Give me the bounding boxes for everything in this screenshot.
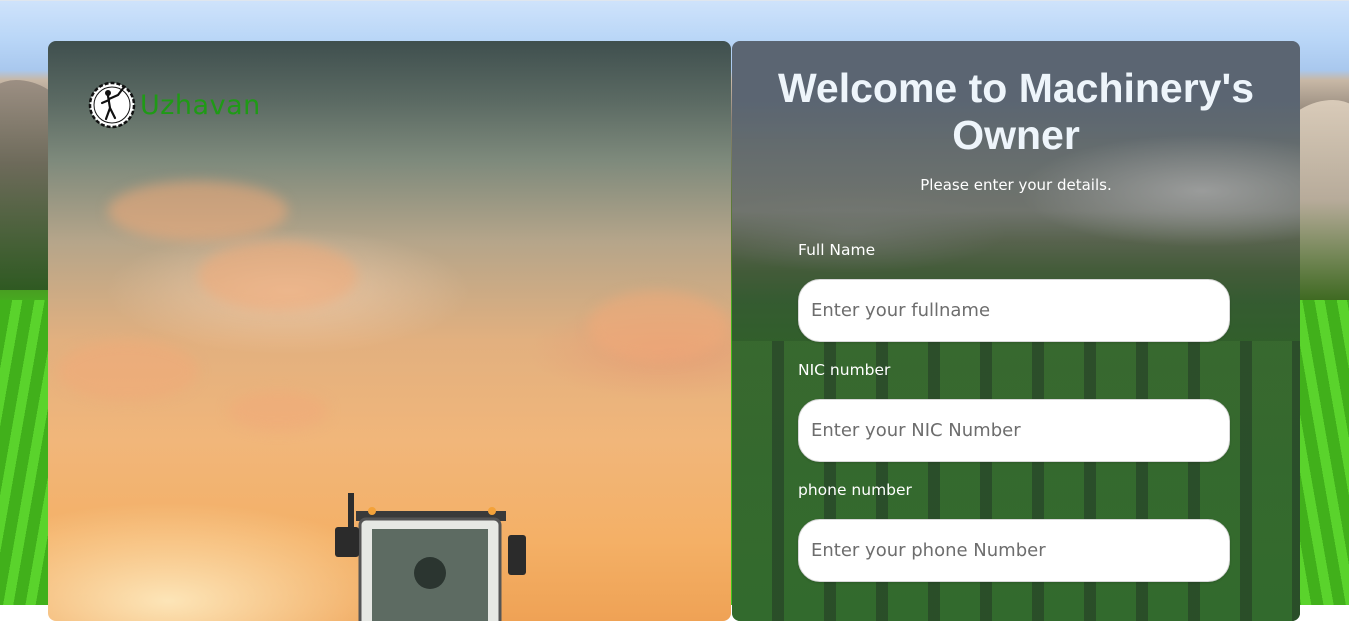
cloud [58, 341, 198, 401]
brand-name: Uzhavan [140, 89, 261, 121]
form-panel: Welcome to Machinery's Owner Please ente… [732, 41, 1300, 621]
full-name-label: Full Name [798, 241, 876, 259]
tractor-illustration [335, 493, 526, 621]
brand-logo[interactable]: Uzhavan [88, 81, 261, 129]
nic-number-input[interactable] [798, 399, 1230, 462]
phone-number-label: phone number [798, 481, 912, 499]
form-title: Welcome to Machinery's Owner [777, 65, 1255, 158]
top-border [0, 0, 1349, 1]
form-subtitle: Please enter your details. [920, 176, 1112, 194]
cloud [588, 291, 728, 361]
cloud [198, 241, 358, 311]
cloud [108, 181, 288, 241]
full-name-input[interactable] [798, 279, 1230, 342]
phone-number-input[interactable] [798, 519, 1230, 582]
hero-panel: Uzhavan [48, 41, 731, 621]
golfer-logo-icon [88, 81, 136, 129]
registration-form: Welcome to Machinery's Owner Please ente… [732, 41, 1300, 621]
nic-number-label: NIC number [798, 361, 891, 379]
cloud [228, 391, 328, 431]
